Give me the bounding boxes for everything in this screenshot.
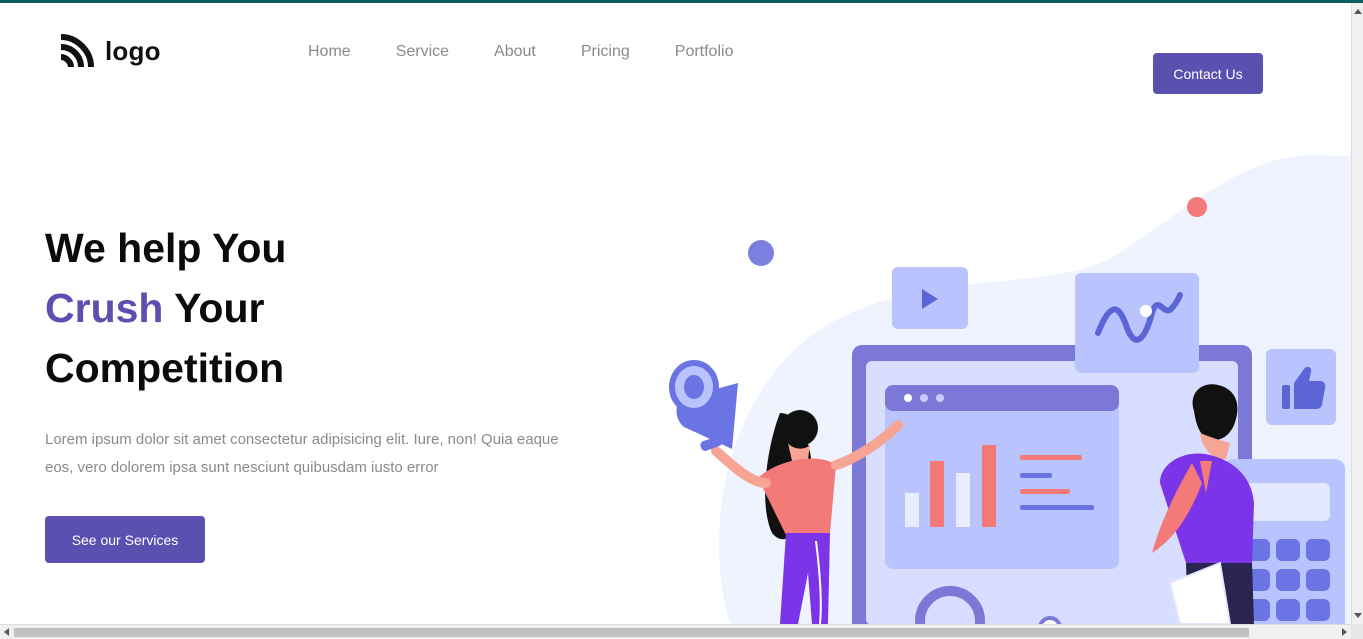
hero-description: Lorem ipsum dolor sit amet consectetur a… bbox=[45, 431, 559, 476]
see-services-button[interactable]: See our Services bbox=[45, 516, 205, 563]
megaphone-icon bbox=[669, 360, 738, 451]
horizontal-scrollbar[interactable] bbox=[0, 624, 1351, 639]
scroll-down-icon[interactable] bbox=[1354, 613, 1362, 618]
hero-illustration bbox=[669, 154, 1351, 624]
coral-dot bbox=[1187, 197, 1207, 217]
nav-home[interactable]: Home bbox=[308, 43, 351, 61]
horizontal-scroll-thumb[interactable] bbox=[14, 628, 1249, 637]
hero-title: We help You Crush Your Competition bbox=[45, 218, 605, 398]
nav-about[interactable]: About bbox=[494, 43, 536, 61]
hero-title-line3: Competition bbox=[45, 345, 285, 391]
scrollbar-corner bbox=[1351, 624, 1363, 639]
page-viewport: logo Home Service About Pricing Portfoli… bbox=[0, 3, 1351, 624]
contact-us-button[interactable]: Contact Us bbox=[1153, 53, 1263, 94]
nav-portfolio[interactable]: Portfolio bbox=[675, 43, 734, 61]
rss-logo-icon bbox=[60, 34, 94, 68]
browser-window bbox=[885, 385, 1119, 569]
thumbs-up-icon bbox=[1266, 349, 1336, 425]
hero-title-line2: Your bbox=[163, 285, 265, 331]
scroll-up-icon[interactable] bbox=[1354, 9, 1362, 14]
scroll-left-icon[interactable] bbox=[4, 628, 9, 636]
hero-title-accent: Crush bbox=[45, 285, 164, 331]
hero-title-line1: We help You bbox=[45, 225, 287, 271]
main-nav: Home Service About Pricing Portfolio bbox=[308, 43, 733, 61]
vertical-scrollbar[interactable] bbox=[1351, 3, 1363, 624]
logo-text: logo bbox=[105, 36, 161, 66]
scroll-right-icon[interactable] bbox=[1342, 628, 1347, 636]
nav-service[interactable]: Service bbox=[396, 43, 449, 61]
brand-logo[interactable]: logo bbox=[59, 33, 161, 69]
play-icon bbox=[892, 267, 968, 329]
purple-dot bbox=[748, 240, 774, 266]
nav-pricing[interactable]: Pricing bbox=[581, 43, 630, 61]
wave-chart-icon bbox=[1075, 273, 1199, 373]
